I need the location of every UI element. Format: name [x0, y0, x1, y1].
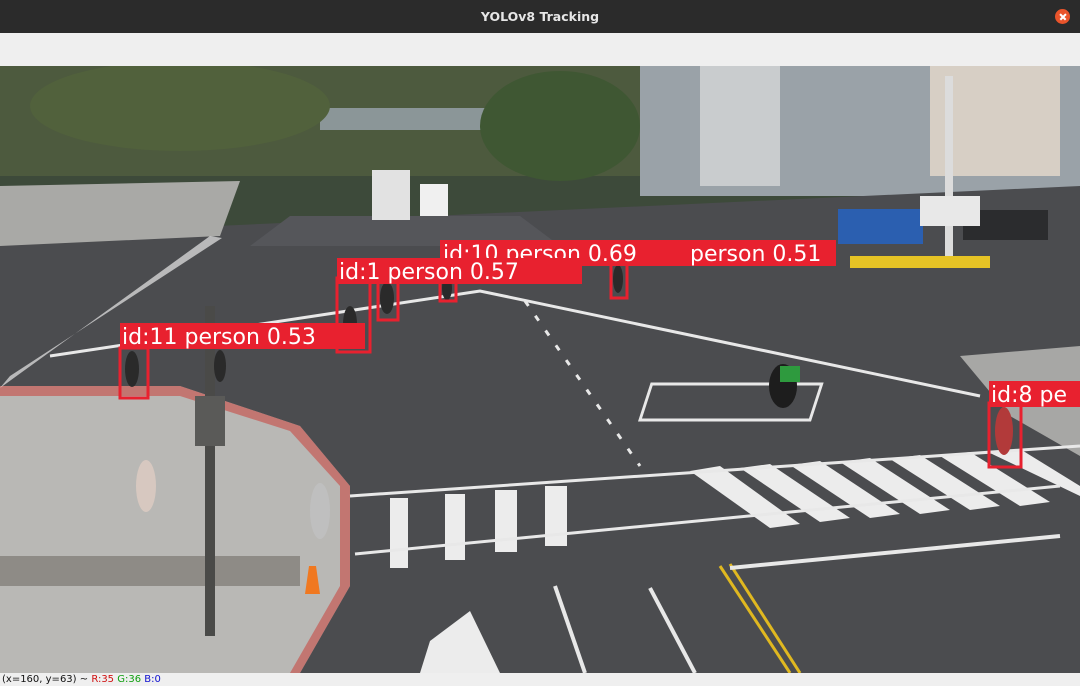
cursor-coords: (x=160, y=63) ~	[2, 674, 89, 685]
traffic-pole	[205, 306, 215, 636]
tree-center	[480, 71, 640, 181]
signal-box	[195, 396, 225, 446]
sidewalk-top	[0, 181, 240, 246]
pixel-green: G:36	[117, 674, 142, 685]
car-white-2	[920, 196, 980, 226]
tactile-strip	[0, 556, 300, 586]
pixel-blue: B:0	[144, 674, 161, 685]
detection-label-person: person 0.51	[690, 242, 821, 267]
median-strip	[850, 256, 990, 268]
detection-label-1: id:1 person 0.57	[339, 260, 519, 285]
video-frame[interactable]: id:10 person 0.69 person 0.51 id:1 perso…	[0, 66, 1080, 673]
status-bar: (x=160, y=63) ~ R:35 G:36 B:0	[0, 673, 1080, 686]
title-bar: YOLOv8 Tracking	[0, 0, 1080, 33]
street-scene: id:10 person 0.69 person 0.51 id:1 perso…	[0, 66, 1080, 673]
close-icon[interactable]	[1055, 9, 1070, 24]
window-title: YOLOv8 Tracking	[480, 9, 600, 24]
pixel-red: R:35	[91, 674, 115, 685]
overpass	[320, 108, 500, 130]
bus	[372, 170, 410, 220]
building-tower	[700, 66, 780, 186]
detection-label-8: id:8 pe	[991, 383, 1067, 408]
truck-blue	[838, 209, 923, 244]
toolbar	[0, 33, 1080, 66]
car-white	[420, 184, 448, 216]
detection-label-11: id:11 person 0.53	[122, 325, 316, 350]
street-lamp	[945, 76, 953, 256]
delivery-box	[780, 366, 800, 382]
